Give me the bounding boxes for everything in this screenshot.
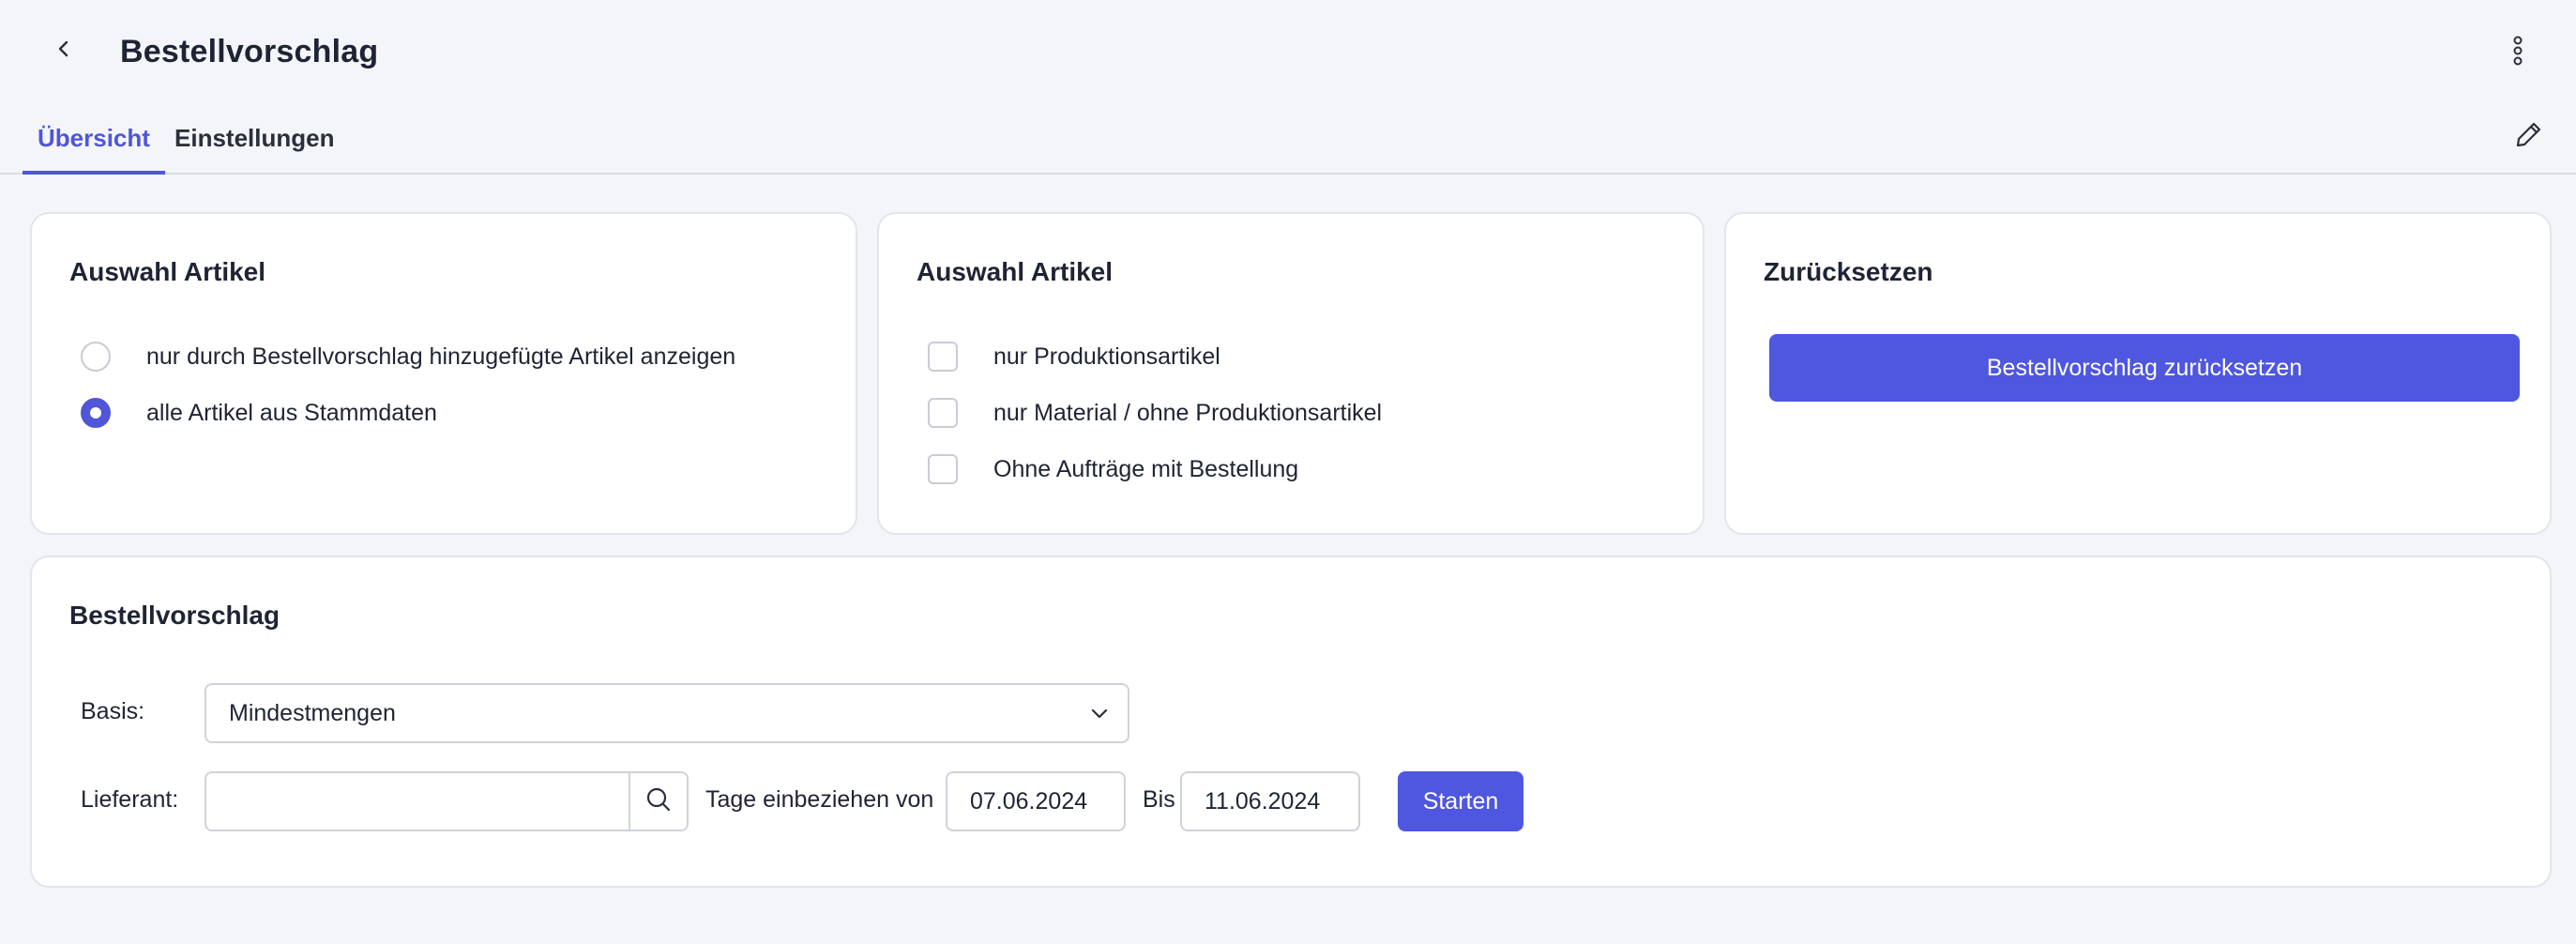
tab-overview[interactable]: Übersicht [23, 124, 165, 175]
date-to-label: Bis [1143, 786, 1175, 813]
supplier-label: Lieferant: [81, 786, 179, 813]
tab-settings[interactable]: Einstellungen [159, 124, 349, 175]
tab-label: Einstellungen [174, 124, 335, 152]
start-button[interactable]: Starten [1398, 771, 1523, 831]
more-vertical-icon [2512, 36, 2523, 70]
checkbox-option-production[interactable]: nur Produktionsartikel [928, 342, 1220, 372]
page-header: Bestellvorschlag [0, 0, 2576, 108]
card-title: Zurücksetzen [1764, 257, 1933, 286]
page-title: Bestellvorschlag [120, 34, 379, 69]
basis-select-value: Mindestmengen [229, 699, 396, 726]
date-to-input[interactable] [1180, 771, 1360, 831]
checkbox-option-material[interactable]: nur Material / ohne Produktionsartikel [928, 398, 1382, 428]
reset-proposal-button[interactable]: Bestellvorschlag zurücksetzen [1769, 334, 2520, 402]
supplier-search-button[interactable] [629, 771, 689, 831]
edit-button[interactable] [2512, 119, 2546, 153]
basis-label: Basis: [81, 698, 145, 724]
radio-button[interactable] [81, 342, 111, 372]
checkbox[interactable] [928, 454, 958, 484]
pencil-icon [2514, 119, 2544, 154]
card-title: Auswahl Artikel [917, 257, 1114, 286]
search-icon [644, 785, 673, 818]
option-label: nur Produktionsartikel [993, 343, 1220, 370]
radio-option-all-articles[interactable]: alle Artikel aus Stammdaten [81, 398, 437, 428]
checkbox[interactable] [928, 398, 958, 428]
card-title: Auswahl Artikel [69, 257, 266, 286]
order-proposal-card: Bestellvorschlag Basis: Mindestmengen Li… [30, 556, 2552, 888]
radio-option-added-articles[interactable]: nur durch Bestellvorschlag hinzugefügte … [81, 342, 735, 372]
option-label: nur Material / ohne Produktionsartikel [993, 399, 1383, 426]
tab-label: Übersicht [38, 124, 150, 152]
option-label: nur durch Bestellvorschlag hinzugefügte … [146, 343, 736, 370]
back-button[interactable] [45, 32, 83, 69]
radio-button-checked[interactable] [81, 398, 111, 428]
article-filter-card: Auswahl Artikel nur Produktionsartikel n… [877, 212, 1705, 535]
checkbox-option-no-orders[interactable]: Ohne Aufträge mit Bestellung [928, 454, 1298, 484]
chevron-left-icon [53, 38, 74, 64]
chevron-down-icon [1071, 702, 1128, 724]
more-options-button[interactable] [2499, 34, 2537, 71]
tab-bar: Übersicht Einstellungen [0, 111, 2576, 175]
date-from-input[interactable] [946, 771, 1126, 831]
option-label: alle Artikel aus Stammdaten [146, 399, 437, 426]
days-from-label: Tage einbeziehen von [705, 786, 934, 813]
article-scope-card: Auswahl Artikel nur durch Bestellvorschl… [30, 212, 857, 535]
supplier-input[interactable] [205, 771, 632, 831]
checkbox[interactable] [928, 342, 958, 372]
reset-card: Zurücksetzen Bestellvorschlag zurücksetz… [1724, 212, 2552, 535]
basis-select[interactable]: Mindestmengen [205, 683, 1129, 743]
card-title: Bestellvorschlag [69, 601, 280, 630]
option-label: Ohne Aufträge mit Bestellung [993, 455, 1299, 482]
